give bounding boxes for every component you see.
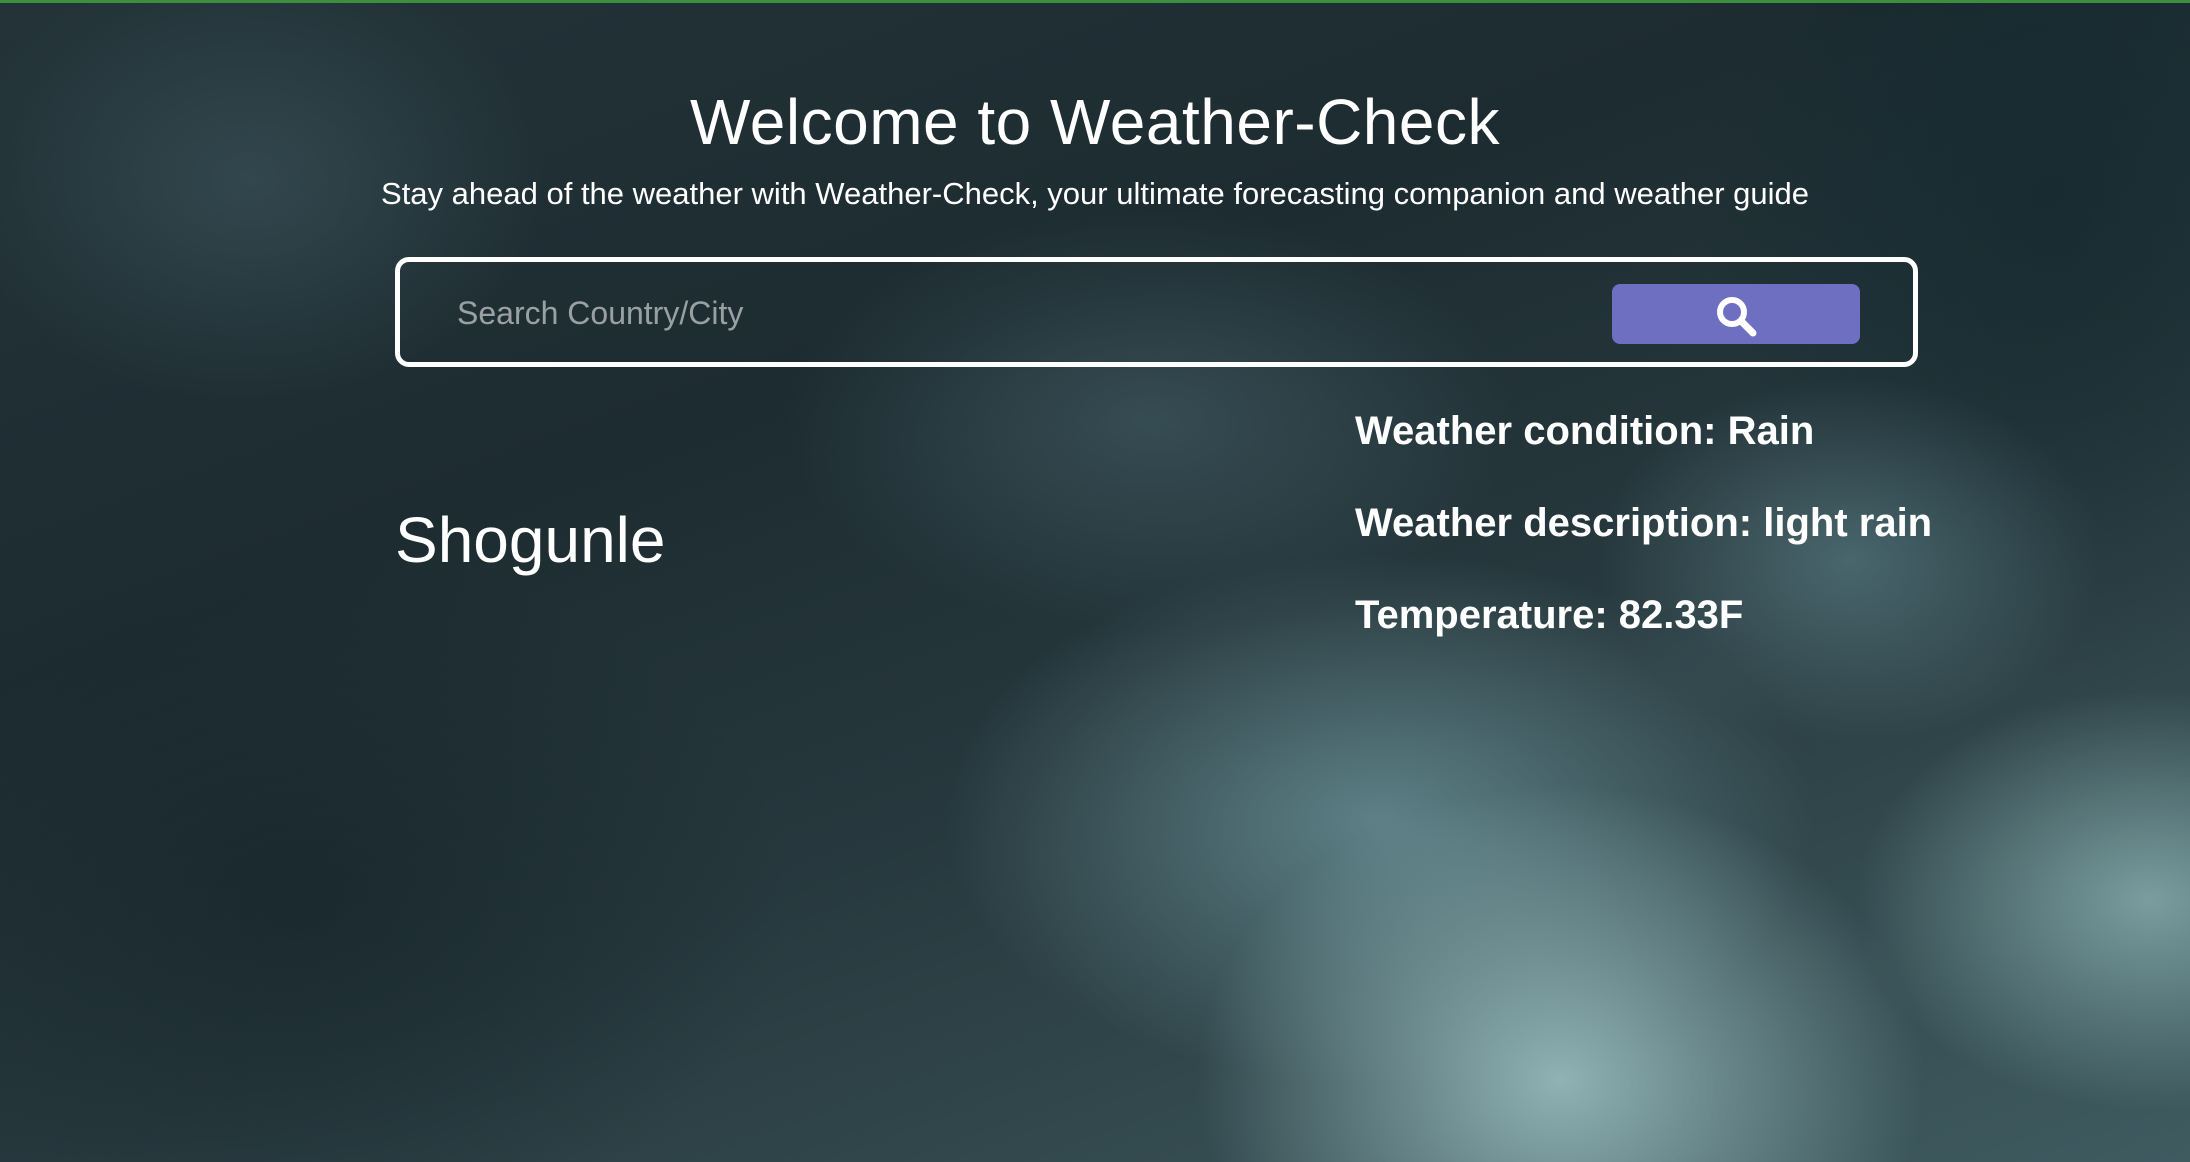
temperature: Temperature: 82.33F [1355,593,1744,637]
top-accent-line [0,0,2190,3]
search-bar [395,257,1918,367]
search-button[interactable] [1612,284,1860,344]
hero-header: Welcome to Weather-Check Stay ahead of t… [0,80,2190,214]
search-input[interactable] [455,284,1499,342]
page-title: Welcome to Weather-Check [690,86,1500,158]
weather-details: Weather condition: Rain Weather descript… [1355,410,1932,686]
weather-description: Weather description: light rain [1355,501,1933,545]
page-subtitle: Stay ahead of the weather with Weather-C… [381,176,1809,211]
search-icon [1717,297,1757,337]
city-name: Shogunle [395,504,666,576]
weather-condition: Weather condition: Rain [1355,409,1815,453]
